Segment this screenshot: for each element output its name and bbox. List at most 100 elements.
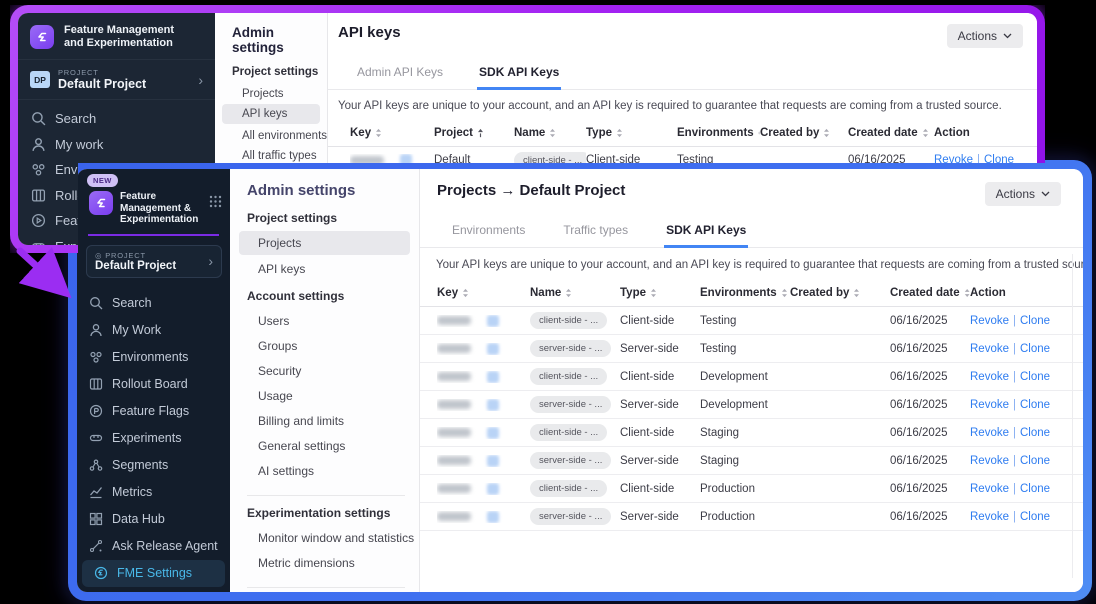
sidebar-item-environments[interactable]: Environments [77, 344, 230, 371]
tab-admin-api-keys[interactable]: Admin API Keys [355, 61, 445, 89]
sidebar-item-segments[interactable]: Segments [77, 452, 230, 479]
column-header-type[interactable]: Type [586, 127, 677, 139]
nav-item-all-traffic-types[interactable]: All traffic types [215, 146, 327, 166]
copy-icon[interactable] [487, 371, 499, 383]
clone-link[interactable]: Clone [1020, 511, 1050, 523]
column-header-created-by[interactable]: Created by [760, 127, 848, 139]
table-row: client-side - ... Client-side Developmen… [420, 363, 1083, 391]
copy-icon[interactable] [487, 343, 499, 355]
redacted-key [437, 428, 471, 437]
tab-sdk-api-keys[interactable]: SDK API Keys [477, 61, 561, 90]
new-admin-nav: Admin settings Project settings Projects… [230, 169, 420, 592]
sort-icon [375, 128, 382, 138]
sort-icon [781, 288, 788, 298]
sidebar-item-my-work[interactable]: My work [18, 132, 215, 158]
sidebar-item-rollout-board[interactable]: Rollout Board [77, 371, 230, 398]
scrollbar-track[interactable] [1072, 254, 1073, 578]
nav-item-projects[interactable]: Projects [215, 84, 327, 104]
sort-icon [650, 288, 657, 298]
column-header-created-date[interactable]: Created date [848, 127, 934, 139]
column-header-created-by[interactable]: Created by [790, 287, 890, 299]
column-header-key[interactable]: Key [437, 287, 530, 299]
project-label: ◎ PROJECT [95, 251, 176, 260]
sidebar-item-search[interactable]: Search [18, 106, 215, 132]
revoke-link[interactable]: Revoke [970, 371, 1009, 383]
redacted-key [437, 372, 471, 381]
sidebar-item-metrics[interactable]: Metrics [77, 479, 230, 506]
sidebar-item-feature-flags[interactable]: Feature Flags [77, 398, 230, 425]
page-title: Projects → Default Project [437, 182, 625, 199]
key-name-pill: client-side - ... [530, 424, 607, 441]
column-header-project[interactable]: Project [434, 127, 514, 139]
nav-item-groups[interactable]: Groups [230, 334, 419, 358]
clone-link[interactable]: Clone [1020, 427, 1050, 439]
nav-item-billing[interactable]: Billing and limits [230, 409, 419, 433]
clone-link[interactable]: Clone [1020, 343, 1050, 355]
sidebar-item-fme-settings[interactable]: FME Settings [82, 560, 225, 587]
copy-icon[interactable] [487, 483, 499, 495]
table-row: server-side - ... Server-side Testing 06… [420, 335, 1083, 363]
key-name-pill: client-side - ... [530, 368, 607, 385]
revoke-link[interactable]: Revoke [970, 511, 1009, 523]
nav-item-security[interactable]: Security [230, 359, 419, 383]
clone-link[interactable]: Clone [1020, 315, 1050, 327]
revoke-link[interactable]: Revoke [970, 455, 1009, 467]
chevron-right-icon: › [198, 73, 203, 87]
actions-button[interactable]: Actions [985, 182, 1061, 206]
nav-item-metric-dimensions[interactable]: Metric dimensions [230, 551, 419, 575]
divider [247, 495, 405, 496]
column-header-name[interactable]: Name [530, 287, 620, 299]
nav-item-api-keys[interactable]: API keys [222, 104, 320, 124]
sidebar-item-ask-release-agent[interactable]: Ask Release Agent [77, 533, 230, 560]
column-header-environments[interactable]: Environments [700, 287, 790, 299]
data-hub-icon [89, 512, 103, 526]
nav-item-general-settings[interactable]: General settings [230, 434, 419, 458]
revoke-link[interactable]: Revoke [970, 483, 1009, 495]
column-header-created-date[interactable]: Created date [890, 287, 970, 299]
copy-icon[interactable] [487, 427, 499, 439]
app-switcher-grid-icon[interactable] [209, 195, 222, 208]
project-name: Default Project [95, 260, 176, 272]
revoke-link[interactable]: Revoke [970, 427, 1009, 439]
copy-icon[interactable] [487, 315, 499, 327]
column-header-environments[interactable]: Environments [677, 127, 760, 139]
nav-item-projects[interactable]: Projects [239, 231, 410, 255]
created-date: 06/16/2025 [890, 483, 970, 495]
tab-environments[interactable]: Environments [450, 219, 527, 247]
sidebar-item-my-work[interactable]: My Work [77, 317, 230, 344]
project-selector[interactable]: DP PROJECT Default Project › [18, 59, 215, 100]
column-header-key[interactable]: Key [350, 127, 434, 139]
tab-traffic-types[interactable]: Traffic types [561, 219, 630, 247]
nav-item-usage[interactable]: Usage [230, 384, 419, 408]
column-header-name[interactable]: Name [514, 127, 586, 139]
actions-button[interactable]: Actions [947, 24, 1023, 48]
clone-link[interactable]: Clone [1020, 399, 1050, 411]
project-selector[interactable]: ◎ PROJECT Default Project › [86, 245, 222, 278]
key-type: Client-side [620, 315, 700, 327]
column-header-type[interactable]: Type [620, 287, 700, 299]
app-title: Feature Management and Experimentation [64, 24, 174, 50]
redacted-key [437, 400, 471, 409]
clone-link[interactable]: Clone [1020, 483, 1050, 495]
sidebar-item-data-hub[interactable]: Data Hub [77, 506, 230, 533]
nav-item-users[interactable]: Users [230, 309, 419, 333]
tab-sdk-api-keys[interactable]: SDK API Keys [664, 219, 748, 248]
copy-icon[interactable] [487, 399, 499, 411]
clone-link[interactable]: Clone [1020, 371, 1050, 383]
nav-item-api-keys[interactable]: API keys [230, 257, 419, 281]
key-type: Server-side [620, 399, 700, 411]
sidebar-item-experiments[interactable]: Experiments [77, 425, 230, 452]
revoke-link[interactable]: Revoke [970, 343, 1009, 355]
copy-icon[interactable] [487, 511, 499, 523]
environments-icon [31, 162, 46, 177]
sidebar-item-search[interactable]: Search [77, 290, 230, 317]
key-name-pill: client-side - ... [530, 312, 607, 329]
nav-item-monitor-window[interactable]: Monitor window and statistics [230, 526, 419, 550]
nav-item-all-environments[interactable]: All environments [215, 126, 327, 146]
new-badge: NEW [87, 174, 118, 187]
revoke-link[interactable]: Revoke [970, 315, 1009, 327]
copy-icon[interactable] [487, 455, 499, 467]
revoke-link[interactable]: Revoke [970, 399, 1009, 411]
nav-item-ai-settings[interactable]: AI settings [230, 459, 419, 483]
clone-link[interactable]: Clone [1020, 455, 1050, 467]
